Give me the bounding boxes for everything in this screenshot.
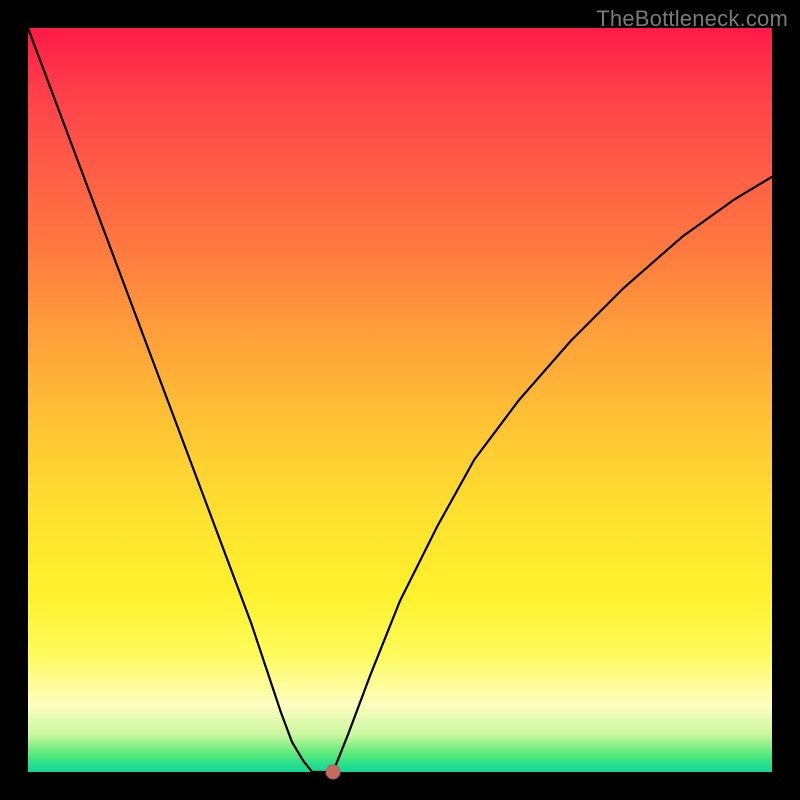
left-branch-path [28, 28, 312, 772]
chart-frame: TheBottleneck.com [0, 0, 800, 800]
plot-area [28, 28, 772, 772]
bottleneck-marker [326, 765, 340, 779]
curve-svg [28, 28, 772, 772]
right-branch-path [333, 177, 772, 772]
